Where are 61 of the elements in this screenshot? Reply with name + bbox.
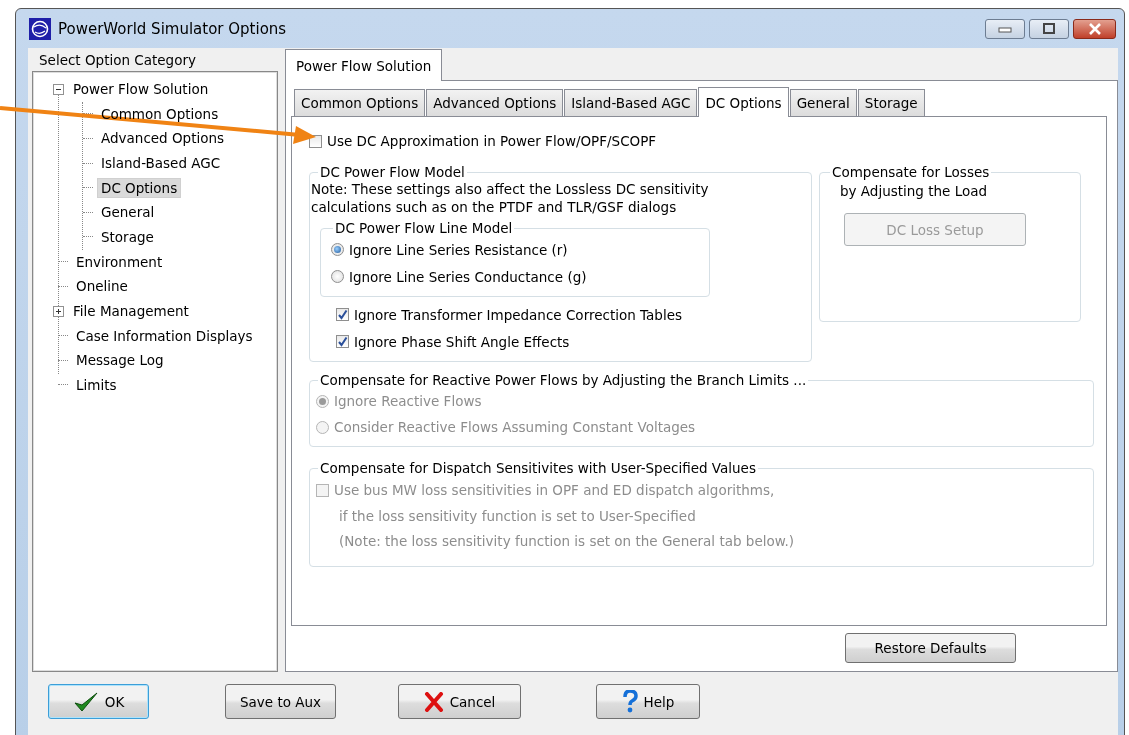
help-button[interactable]: Help [596,684,700,719]
options-tab[interactable]: Common Options [294,89,426,116]
tree-item[interactable]: General [97,202,159,223]
collapse-icon[interactable] [53,83,64,95]
globe-icon [29,17,51,40]
tree-item[interactable]: Message Log [72,350,168,371]
question-icon [621,689,638,714]
radio-label: Ignore Line Series Resistance (r) [349,241,568,258]
checkbox-label: Ignore Phase Shift Angle Effects [354,333,570,350]
tree-item[interactable]: Limits [72,374,121,395]
tree-item[interactable]: DC Options [97,177,182,198]
tree-item[interactable]: Common Options [97,103,223,124]
note-text: calculations such as on the PTDF and TLR/GSF dialogs [311,198,678,216]
tree-item[interactable]: Case Information Displays [72,325,257,346]
radio-label: Consider Reactive Flows Assuming Constant Voltages [334,419,696,435]
note-text: Note: These settings also affect the Lossless DC sensitivity [311,180,710,198]
group-title: DC Power Flow Line Model [334,220,514,236]
page-tab[interactable]: Power Flow Solution [285,49,443,81]
tree-item[interactable]: Power Flow Solution [69,79,213,100]
checkbox-label: Use DC Approximation in Power Flow/OPF/SCOPF [327,133,657,149]
radio-button[interactable] [331,270,344,283]
window-title: PowerWorld Simulator Options [58,19,287,38]
radio-label: Ignore Reactive Flows [334,393,482,409]
options-tab[interactable]: Island-Based AGC [564,89,698,116]
group-title: Compensate for Reactive Power Flows by Adjusting the Branch Limits ... [319,372,808,388]
tree-item[interactable]: Environment [72,251,167,272]
group-title: Compensate for Losses [831,164,991,180]
close-icon [1087,22,1102,35]
radio-button[interactable] [331,243,344,256]
save-button[interactable]: Save to Aux [225,684,336,719]
group-title: DC Power Flow Model [319,164,466,180]
checkbox-label: Ignore Transformer Impedance Correction Tables [354,306,682,323]
expand-icon[interactable] [53,305,64,317]
group-title: Compensate for Dispatch Sensitivites with User-Specified Values [319,460,757,476]
cross-icon [423,691,444,712]
cancel-button[interactable]: Cancel [398,684,521,719]
options-tab[interactable]: DC Options [698,87,789,117]
tree-item[interactable]: Oneline [72,276,132,297]
minimize-button[interactable] [985,18,1025,39]
panel-title: Select Option Category [38,51,197,70]
checkbox[interactable] [336,335,349,348]
options-tab[interactable]: Storage [857,89,925,116]
options-tab[interactable]: General [789,89,857,116]
note-text: if the loss sensitivity function is set to User-Specified [339,507,697,526]
ok-button[interactable]: OK [48,684,149,719]
tree-item[interactable]: Advanced Options [97,128,229,149]
maximize-button[interactable] [1029,18,1069,39]
tree-item[interactable]: Island-Based AGC [97,153,225,174]
tree-item[interactable]: File Management [69,301,193,322]
radio-label: Ignore Line Series Conductance (g) [349,268,587,285]
checkbox[interactable] [336,308,349,321]
close-button[interactable] [1073,18,1116,39]
restore-defaults-button[interactable]: Restore Defaults [845,633,1016,663]
minimize-icon [998,24,1012,33]
options-tab[interactable]: Advanced Options [426,89,564,116]
note-text: (Note: the loss sensitivity function is set on the General tab below.) [339,532,796,551]
group-subtitle: by Adjusting the Load [840,183,989,199]
checkmark-icon [72,690,99,713]
tree-item[interactable]: Storage [97,226,158,247]
checkbox-label: Use bus MW loss sensitivities in OPF and ED dispatch algorithms, [334,482,775,498]
maximize-icon [1042,22,1056,35]
